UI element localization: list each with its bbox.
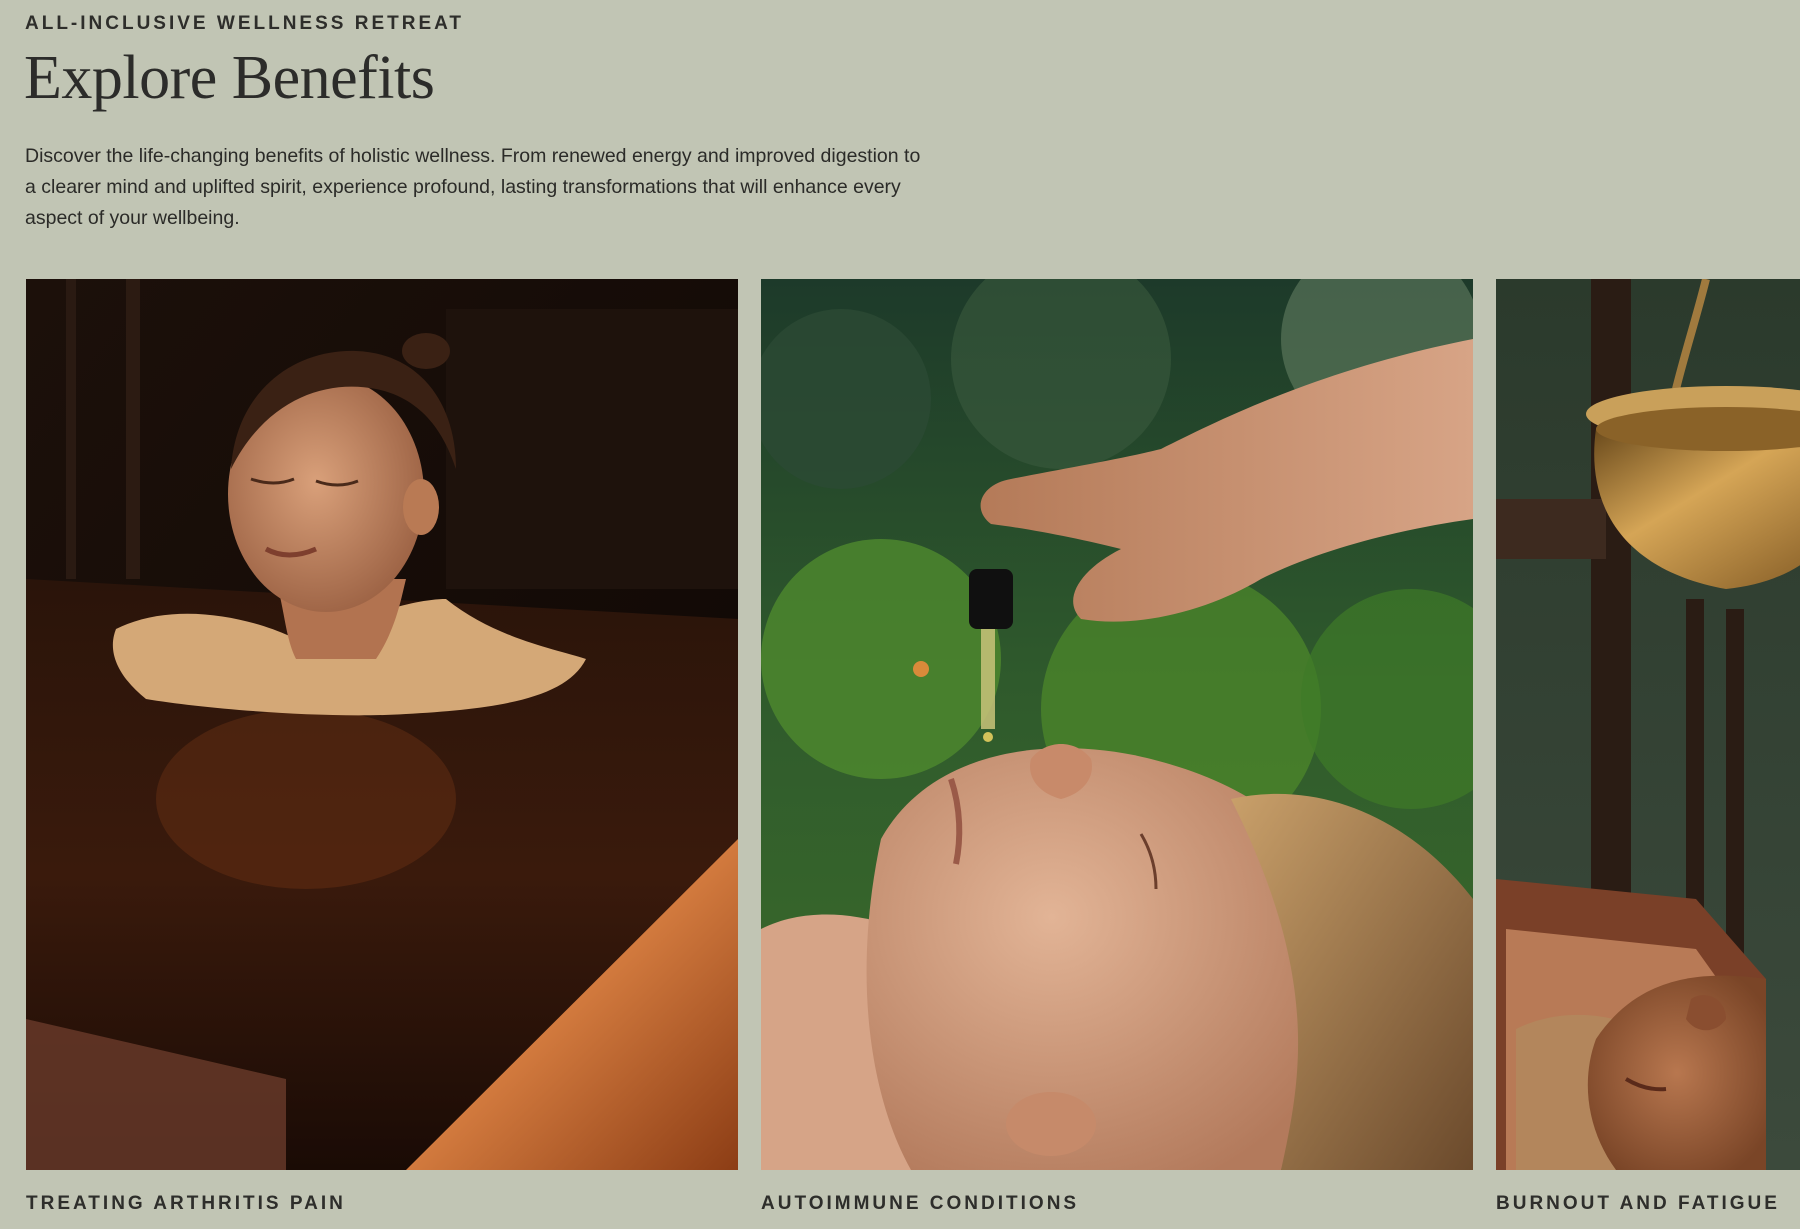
benefit-card-label: BURNOUT AND FATIGUE <box>1496 1193 1780 1214</box>
section-title: Explore Benefits <box>24 44 435 112</box>
benefits-section: ALL-INCLUSIVE WELLNESS RETREAT Explore B… <box>0 0 1800 1229</box>
section-intro: Discover the life-changing benefits of h… <box>25 145 921 229</box>
shirodhara-brass-vessel-photo[interactable] <box>1496 279 1800 1170</box>
benefit-card-arthritis[interactable]: TREATING ARTHRITIS PAIN <box>26 279 738 1229</box>
benefit-card-burnout[interactable]: BURNOUT AND FATIGUE <box>1496 279 1800 1229</box>
woman-in-steam-box-photo[interactable] <box>26 279 738 1170</box>
benefit-carousel[interactable]: TREATING ARTHRITIS PAIN AUTOIMMUNE CONDI… <box>26 279 1800 1229</box>
benefit-card-label: TREATING ARTHRITIS PAIN <box>26 1193 346 1214</box>
section-eyebrow: ALL-INCLUSIVE WELLNESS RETREAT <box>25 13 465 34</box>
nasal-oil-drops-photo[interactable] <box>761 279 1473 1170</box>
benefit-card-label: AUTOIMMUNE CONDITIONS <box>761 1193 1080 1214</box>
benefit-card-autoimmune[interactable]: AUTOIMMUNE CONDITIONS <box>761 279 1473 1229</box>
